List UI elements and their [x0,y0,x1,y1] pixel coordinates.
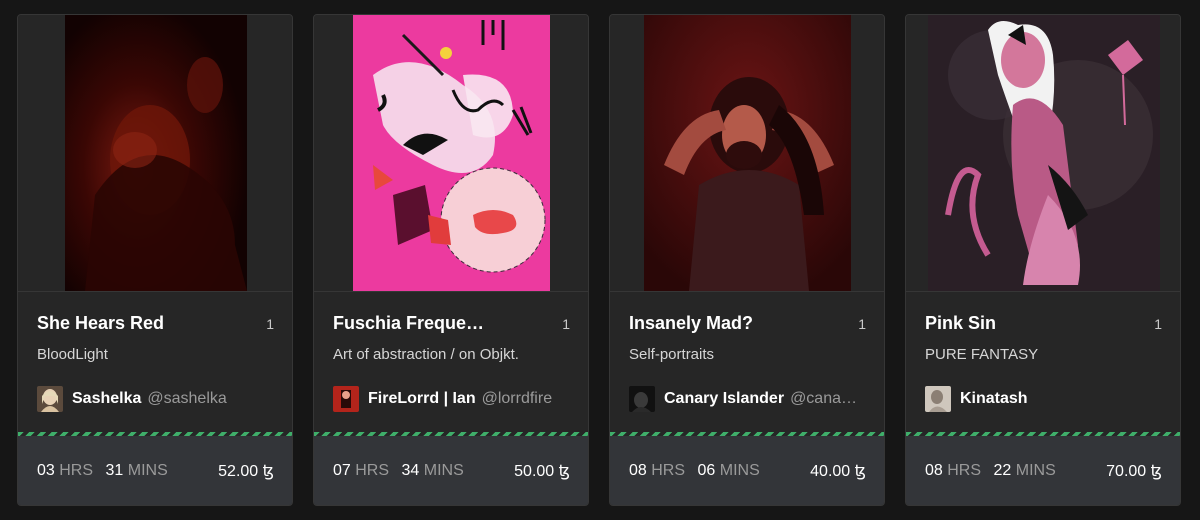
artwork-media[interactable] [906,15,1180,292]
timer-hours: 03 [37,461,55,479]
timer-mins: 22 [993,461,1012,479]
collection-name[interactable]: PURE FANTASY [925,346,1038,363]
countdown-timer: 07 HRS 34 MINS [333,462,464,480]
timer-hours: 08 [925,461,943,479]
artwork-media[interactable] [314,15,588,292]
creator-row[interactable]: Kinatash [925,386,1170,412]
card-title[interactable]: Insanely Mad? [629,313,753,334]
price: 50.00 ꜩ [514,462,570,480]
timer-hours: 08 [629,461,647,479]
price: 52.00 ꜩ [218,462,274,480]
timer-mins-unit: MINS [127,461,168,479]
creator-name[interactable]: Canary Islander [664,390,784,408]
timer-mins: 31 [105,461,124,479]
collection-name[interactable]: Art of abstraction / on Objkt. [333,346,519,363]
timer-hours-unit: HRS [651,461,686,479]
creator-name[interactable]: Kinatash [960,390,1028,408]
card-footer: 03 HRS 31 MINS 52.00 ꜩ [18,436,292,505]
card-title[interactable]: Pink Sin [925,313,996,334]
card-footer: 08 HRS 22 MINS 70.00 ꜩ [906,436,1180,505]
edition-count: 1 [562,316,570,332]
edition-count: 1 [1154,316,1162,332]
timer-mins-unit: MINS [423,461,464,479]
card-title[interactable]: She Hears Red [37,313,164,334]
artwork-image[interactable] [644,15,851,291]
avatar[interactable] [629,386,655,412]
avatar[interactable] [333,386,359,412]
collection-name[interactable]: BloodLight [37,346,108,363]
timer-mins-unit: MINS [1015,461,1056,479]
edition-count: 1 [858,316,866,332]
timer-mins-unit: MINS [719,461,760,479]
edition-count: 1 [266,316,274,332]
creator-handle[interactable]: @lorrdfire [482,390,552,408]
timer-hours-unit: HRS [59,461,94,479]
creator-row[interactable]: Canary Islander @cana… [629,386,874,412]
auction-card[interactable]: Insanely Mad? 1 Self-portraits Canary Is… [609,14,885,506]
card-footer: 07 HRS 34 MINS 50.00 ꜩ [314,436,588,505]
auction-card[interactable]: Fuschia Freque… 1 Art of abstraction / o… [313,14,589,506]
countdown-timer: 08 HRS 06 MINS [629,462,760,480]
timer-hours: 07 [333,461,351,479]
avatar[interactable] [925,386,951,412]
creator-row[interactable]: Sashelka @sashelka [37,386,282,412]
artwork-image[interactable] [353,15,550,291]
auction-card[interactable]: She Hears Red 1 BloodLight Sashelka @sas… [17,14,293,506]
creator-handle[interactable]: @cana… [790,390,857,408]
timer-mins: 06 [697,461,716,479]
creator-name[interactable]: FireLorrd | Ian [368,390,476,408]
auction-card-grid: She Hears Red 1 BloodLight Sashelka @sas… [0,0,1200,520]
avatar[interactable] [37,386,63,412]
countdown-timer: 03 HRS 31 MINS [37,462,168,480]
price: 40.00 ꜩ [810,462,866,480]
card-footer: 08 HRS 06 MINS 40.00 ꜩ [610,436,884,505]
timer-mins: 34 [401,461,420,479]
price: 70.00 ꜩ [1106,462,1162,480]
collection-name[interactable]: Self-portraits [629,346,714,363]
timer-hours-unit: HRS [947,461,982,479]
creator-handle[interactable]: @sashelka [147,390,226,408]
timer-hours-unit: HRS [355,461,390,479]
artwork-image[interactable] [65,15,247,291]
countdown-timer: 08 HRS 22 MINS [925,462,1056,480]
artwork-media[interactable] [610,15,884,292]
card-title[interactable]: Fuschia Freque… [333,313,484,334]
artwork-media[interactable] [18,15,292,292]
auction-card[interactable]: Pink Sin 1 PURE FANTASY Kinatash 08 HRS … [905,14,1181,506]
creator-row[interactable]: FireLorrd | Ian @lorrdfire [333,386,578,412]
creator-name[interactable]: Sashelka [72,390,141,408]
artwork-image[interactable] [928,15,1160,291]
